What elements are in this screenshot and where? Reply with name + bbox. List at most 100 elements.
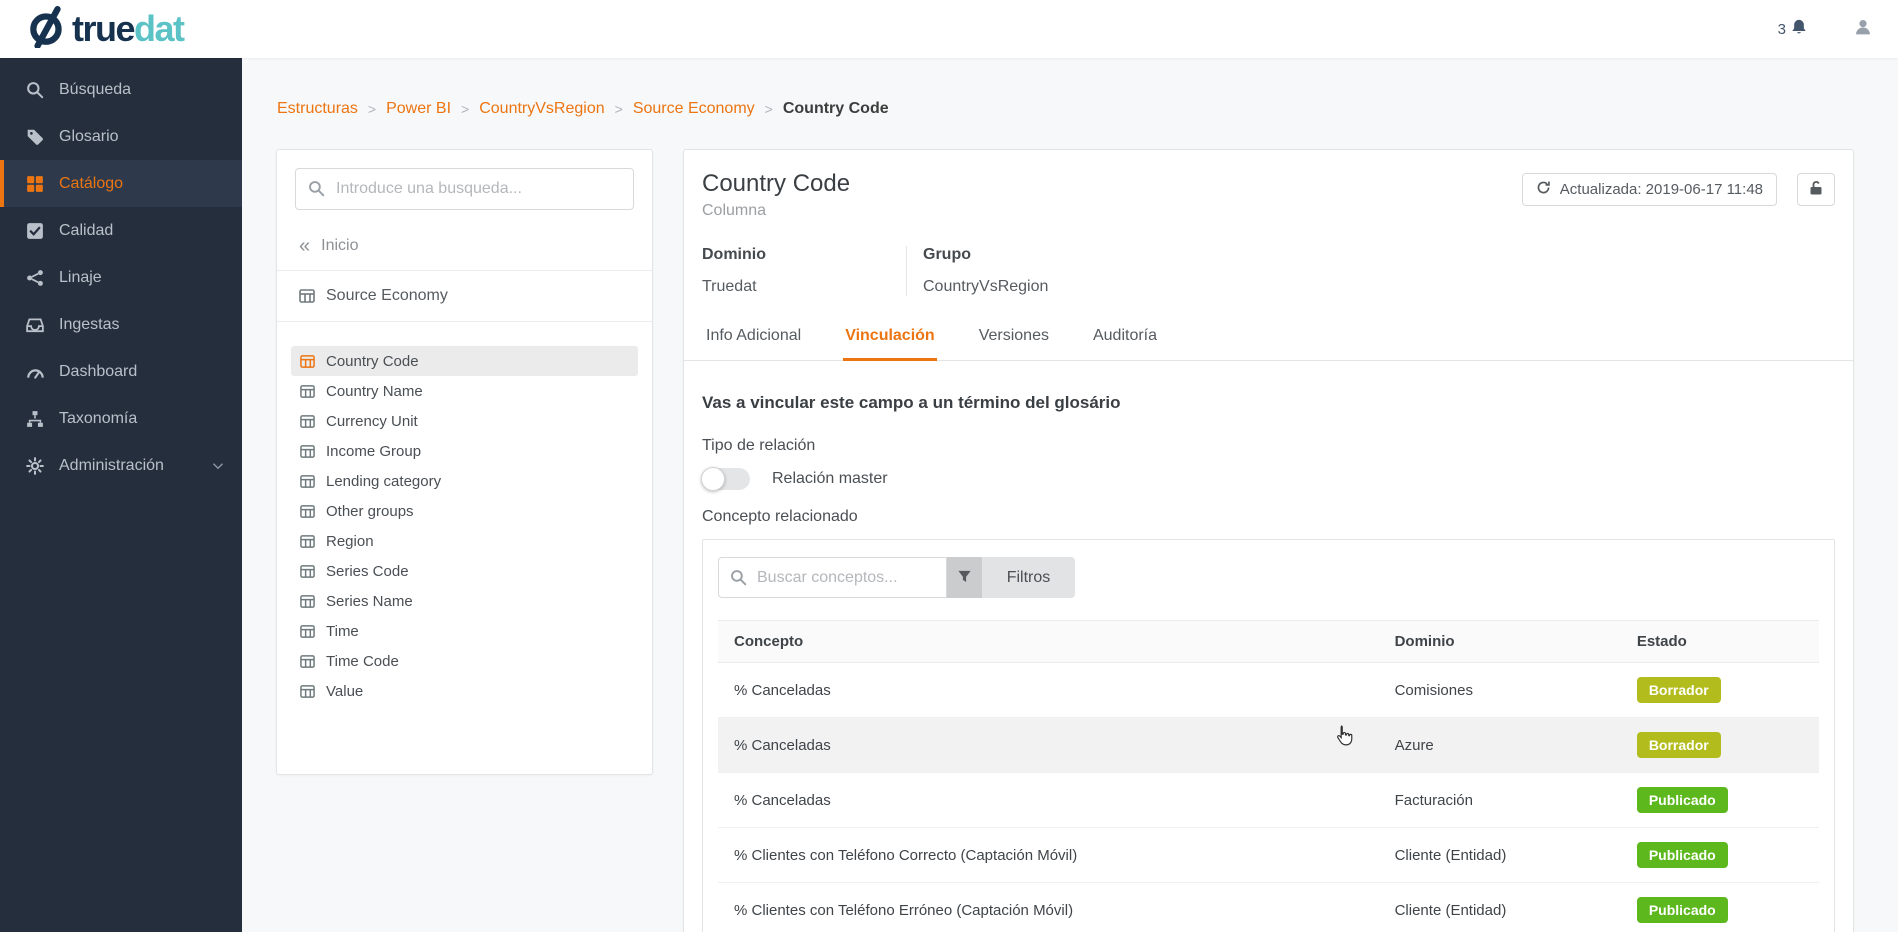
sidebar-item-label: Búsqueda: [59, 81, 131, 99]
structure-parent-label: Source Economy: [326, 287, 448, 305]
refresh-icon: [1536, 180, 1551, 199]
sidebar-item-administracion[interactable]: Administración: [0, 442, 242, 489]
structure-panel: « Inicio Source Economy Country Code Cou…: [276, 149, 653, 775]
concept-row[interactable]: % Canceladas Comisiones Borrador: [718, 663, 1819, 718]
link-heading: Vas a vincular este campo a un término d…: [702, 393, 1835, 413]
concept-search-input[interactable]: [718, 557, 947, 598]
funnel-icon: [957, 569, 972, 587]
breadcrumb-separator: >: [765, 101, 773, 117]
main-content: Estructuras > Power BI > CountryVsRegion…: [242, 58, 1898, 932]
sidebar-item-ingestas[interactable]: Ingestas: [0, 301, 242, 348]
user-icon: [1854, 18, 1872, 41]
structure-column-item[interactable]: Time Code: [291, 646, 638, 676]
sidebar-item-linaje[interactable]: Linaje: [0, 254, 242, 301]
structure-column-label: Region: [326, 533, 374, 550]
structure-column-item[interactable]: Currency Unit: [291, 406, 638, 436]
concept-row[interactable]: % Canceladas Azure Borrador: [718, 718, 1819, 773]
detail-tabs: Info Adicional Vinculación Versiones Aud…: [684, 316, 1853, 361]
concept-row[interactable]: % Clientes con Teléfono Correcto (Captac…: [718, 828, 1819, 883]
detail-panel: Country Code Columna Actualizada: 2019-0…: [683, 149, 1854, 932]
structure-column-item[interactable]: Series Code: [291, 556, 638, 586]
user-menu-button[interactable]: [1854, 18, 1872, 41]
tab-info-adicional[interactable]: Info Adicional: [704, 316, 803, 361]
structure-column-item[interactable]: Country Name: [291, 376, 638, 406]
status-badge: Publicado: [1637, 787, 1728, 813]
table-column-icon: [300, 444, 315, 459]
structure-parent-item[interactable]: Source Economy: [277, 271, 652, 321]
structure-column-item[interactable]: Value: [291, 676, 638, 706]
sidebar-item-calidad[interactable]: Calidad: [0, 207, 242, 254]
breadcrumb-link-countryvsregion[interactable]: CountryVsRegion: [479, 100, 604, 118]
concept-domain: Comisiones: [1379, 663, 1621, 718]
chevrons-left-icon: «: [299, 236, 310, 256]
structure-search-input[interactable]: [295, 168, 634, 210]
concept-row[interactable]: % Clientes con Teléfono Erróneo (Captaci…: [718, 883, 1819, 932]
tab-vinculacion[interactable]: Vinculación: [843, 316, 937, 361]
share-icon: [26, 269, 44, 287]
updated-label: Actualizada: 2019-06-17 11:48: [1560, 181, 1763, 198]
concept-row[interactable]: % Canceladas Facturación Publicado: [718, 773, 1819, 828]
unlock-icon: [1808, 180, 1824, 200]
gauge-icon: [26, 363, 44, 381]
status-badge: Publicado: [1637, 897, 1728, 923]
structure-column-item[interactable]: Time: [291, 616, 638, 646]
table-column-icon: [300, 654, 315, 669]
breadcrumb-link-power-bi[interactable]: Power BI: [386, 100, 451, 118]
filters-button[interactable]: Filtros: [982, 557, 1075, 598]
toggle-knob: [701, 467, 725, 491]
breadcrumb-current: Country Code: [783, 100, 889, 118]
relation-type-label: Tipo de relación: [702, 437, 1835, 455]
concept-search-group: Filtros: [718, 557, 1819, 598]
sidebar-item-catalogo[interactable]: Catálogo: [0, 160, 242, 207]
group-label: Grupo: [923, 246, 1048, 264]
structure-column-label: Series Code: [326, 563, 409, 580]
structure-column-item[interactable]: Other groups: [291, 496, 638, 526]
concept-domain: Cliente (Entidad): [1379, 828, 1621, 883]
concept-name: % Canceladas: [718, 663, 1379, 718]
structure-column-item[interactable]: Country Code: [291, 346, 638, 376]
structure-home-label: Inicio: [321, 237, 358, 255]
sidebar-item-glosario[interactable]: Glosario: [0, 113, 242, 160]
master-relation-toggle[interactable]: [702, 468, 750, 490]
structure-column-label: Time Code: [326, 653, 399, 670]
tab-auditoria[interactable]: Auditoría: [1091, 316, 1159, 361]
detail-header: Country Code Columna Actualizada: 2019-0…: [684, 150, 1853, 220]
tab-versiones[interactable]: Versiones: [977, 316, 1051, 361]
structure-home-link[interactable]: « Inicio: [277, 222, 652, 270]
updated-button[interactable]: Actualizada: 2019-06-17 11:48: [1522, 173, 1777, 206]
concepts-header-row: Concepto Dominio Estado: [718, 621, 1819, 663]
structure-column-item[interactable]: Lending category: [291, 466, 638, 496]
grid-icon: [26, 175, 44, 193]
top-bar: truedat 3: [0, 0, 1898, 58]
sidebar-item-taxonomia[interactable]: Taxonomía: [0, 395, 242, 442]
breadcrumb-link-source-economy[interactable]: Source Economy: [633, 100, 755, 118]
structure-column-item[interactable]: Income Group: [291, 436, 638, 466]
structure-search: [295, 168, 634, 210]
notification-count: 3: [1778, 21, 1786, 38]
structure-column-label: Series Name: [326, 593, 413, 610]
table-column-icon: [300, 564, 315, 579]
truedat-logo-mark-icon: [26, 6, 68, 53]
structure-list: Country Code Country Name Currency Unit …: [291, 346, 638, 706]
sitemap-icon: [26, 410, 44, 428]
lock-button[interactable]: [1797, 173, 1835, 206]
concept-name: % Canceladas: [718, 773, 1379, 828]
sidebar-item-busqueda[interactable]: Búsqueda: [0, 66, 242, 113]
structure-column-label: Country Code: [326, 353, 419, 370]
gear-icon: [26, 457, 44, 475]
breadcrumb-link-estructuras[interactable]: Estructuras: [277, 100, 358, 118]
sidebar-nav: Búsqueda Glosario Catálogo Calidad Linaj…: [0, 58, 242, 932]
notifications-button[interactable]: 3: [1778, 18, 1808, 40]
filter-icon-button[interactable]: [947, 557, 982, 598]
structure-column-item[interactable]: Region: [291, 526, 638, 556]
sidebar-item-label: Catálogo: [59, 175, 123, 193]
sidebar-item-dashboard[interactable]: Dashboard: [0, 348, 242, 395]
related-concepts-box: Filtros Concepto Dominio Estado % Cancel…: [702, 539, 1835, 932]
sidebar-item-label: Glosario: [59, 128, 119, 146]
structure-column-item[interactable]: Series Name: [291, 586, 638, 616]
breadcrumb-separator: >: [461, 101, 469, 117]
truedat-logo[interactable]: truedat: [26, 6, 184, 53]
concept-name: % Clientes con Teléfono Erróneo (Captaci…: [718, 883, 1379, 932]
search-icon: [308, 180, 325, 197]
master-relation-label: Relación master: [772, 470, 888, 488]
